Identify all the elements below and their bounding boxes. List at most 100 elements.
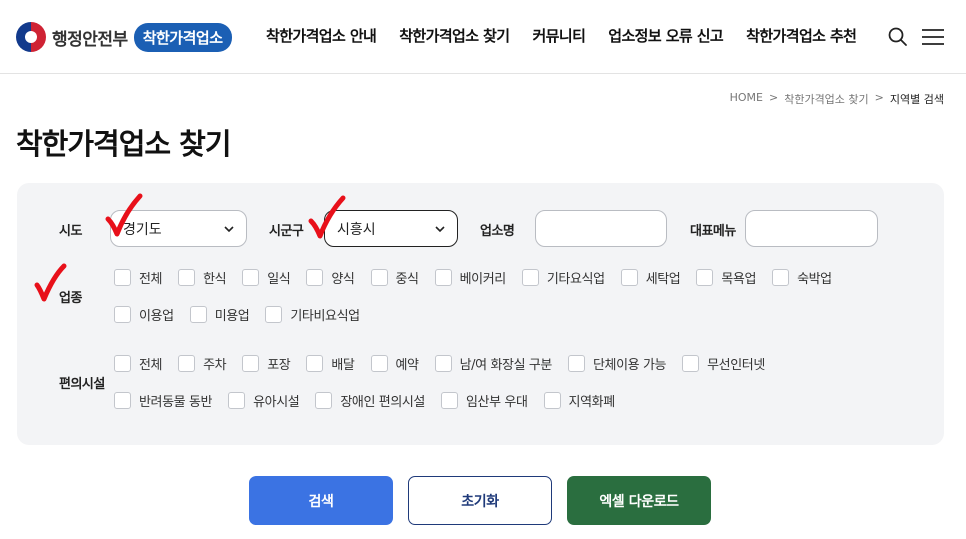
category-checkbox-chinese[interactable]: 중식 xyxy=(370,268,420,287)
category-checkbox-beauty[interactable]: 미용업 xyxy=(189,305,250,324)
checkbox-label: 남/여 화장실 구분 xyxy=(459,358,553,373)
government-emblem-icon xyxy=(16,22,46,52)
checkbox[interactable] xyxy=(696,269,714,286)
main-menu-label: 대표메뉴 xyxy=(690,224,736,239)
checkbox[interactable] xyxy=(242,355,260,372)
sido-label: 시도 xyxy=(59,224,82,239)
facility-checkbox-pets[interactable]: 반려동물 동반 xyxy=(114,391,212,410)
checkbox-label: 양식 xyxy=(331,272,355,287)
nav-item-community[interactable]: 커뮤니티 xyxy=(532,25,585,46)
checkbox[interactable] xyxy=(521,269,539,286)
checkbox[interactable] xyxy=(178,269,196,286)
facility-checkbox-kids[interactable]: 유아시설 xyxy=(228,391,300,410)
category-checkbox-row-1: 전체 한식 일식 양식 중식 베이커리 기타요식업 세탁업 목욕업 숙박업 xyxy=(114,268,848,287)
category-checkbox-japanese[interactable]: 일식 xyxy=(242,268,291,287)
checkbox-label: 반려동물 동반 xyxy=(139,395,213,410)
checkbox-label: 포장 xyxy=(267,358,291,373)
checkbox[interactable] xyxy=(543,392,561,409)
ministry-name: 행정안전부 xyxy=(52,29,128,50)
category-checkbox-barber[interactable]: 이용업 xyxy=(114,305,174,324)
category-checkbox-other-food[interactable]: 기타요식업 xyxy=(521,268,605,287)
checkbox-label: 중식 xyxy=(395,272,420,287)
category-label: 업종 xyxy=(59,291,82,306)
sido-select[interactable]: 경기도 xyxy=(110,210,247,247)
checkbox-label: 전체 xyxy=(139,272,163,287)
breadcrumb-parent[interactable]: 착한가격업소 찾기 xyxy=(784,91,868,107)
nav-item-recommend[interactable]: 착한가격업소 추천 xyxy=(746,25,857,46)
nav-item-error-report[interactable]: 업소정보 오류 신고 xyxy=(608,25,723,46)
nav-item-guide[interactable]: 착한가격업소 안내 xyxy=(266,25,377,46)
search-icon[interactable] xyxy=(887,26,909,48)
sigungu-select[interactable]: 시흥시 xyxy=(324,210,458,247)
checkbox[interactable] xyxy=(242,269,260,286)
breadcrumb-home[interactable]: HOME xyxy=(730,91,763,107)
checkbox[interactable] xyxy=(114,306,131,323)
checkbox[interactable] xyxy=(370,355,388,372)
facility-checkbox-separate-restroom[interactable]: 남/여 화장실 구분 xyxy=(434,354,553,373)
checkbox[interactable] xyxy=(114,269,131,286)
checkbox[interactable] xyxy=(441,392,458,409)
reset-button[interactable]: 초기화 xyxy=(408,476,552,525)
facility-checkbox-accessibility[interactable]: 장애인 편의시설 xyxy=(315,391,425,410)
checkbox-label: 예약 xyxy=(395,358,420,373)
category-checkbox-other-nonfood[interactable]: 기타비요식업 xyxy=(265,305,360,324)
checkbox-label: 이용업 xyxy=(139,309,174,324)
category-checkbox-bakery[interactable]: 베이커리 xyxy=(434,268,507,287)
store-name-label: 업소명 xyxy=(480,224,515,239)
search-button[interactable]: 검색 xyxy=(249,476,393,525)
checkbox-label: 세탁업 xyxy=(645,272,681,287)
category-checkbox-western[interactable]: 양식 xyxy=(306,268,355,287)
facility-checkbox-delivery[interactable]: 배달 xyxy=(306,354,355,373)
facility-checkbox-pregnant[interactable]: 임산부 우대 xyxy=(441,391,528,410)
checkbox[interactable] xyxy=(772,269,790,286)
facility-checkbox-takeout[interactable]: 포장 xyxy=(242,354,291,373)
checkbox[interactable] xyxy=(114,392,131,409)
nav-item-find[interactable]: 착한가격업소 찾기 xyxy=(399,25,510,46)
checkbox[interactable] xyxy=(434,269,452,286)
facility-checkbox-all[interactable]: 전체 xyxy=(114,354,163,373)
checkbox[interactable] xyxy=(682,355,700,372)
facility-checkbox-reservation[interactable]: 예약 xyxy=(370,354,420,373)
checkbox-label: 주차 xyxy=(203,358,227,373)
category-checkbox-bath[interactable]: 목욕업 xyxy=(696,268,756,287)
checkbox[interactable] xyxy=(315,392,333,409)
checkbox[interactable] xyxy=(114,355,131,372)
checkbox[interactable] xyxy=(178,355,196,372)
checkbox-label: 미용업 xyxy=(214,309,250,324)
checkbox[interactable] xyxy=(306,355,324,372)
main-menu-input[interactable] xyxy=(745,210,878,247)
category-checkbox-laundry[interactable]: 세탁업 xyxy=(620,268,681,287)
checkbox[interactable] xyxy=(306,269,324,286)
site-header: 행정안전부 착한가격업소 착한가격업소 안내 착한가격업소 찾기 커뮤니티 업소… xyxy=(0,0,966,74)
checkbox-label: 베이커리 xyxy=(459,272,507,287)
facility-checkbox-group[interactable]: 단체이용 가능 xyxy=(568,354,666,373)
facility-checkbox-local-currency[interactable]: 지역화폐 xyxy=(543,391,615,410)
checkbox[interactable] xyxy=(265,306,283,323)
category-checkbox-all[interactable]: 전체 xyxy=(114,268,163,287)
hamburger-menu-icon[interactable] xyxy=(921,26,945,48)
checkbox[interactable] xyxy=(434,355,452,372)
store-name-input[interactable] xyxy=(535,210,667,247)
facility-checkbox-wifi[interactable]: 무선인터넷 xyxy=(682,354,765,373)
facility-checkbox-parking[interactable]: 주차 xyxy=(178,354,227,373)
checkbox-label: 유아시설 xyxy=(253,395,300,410)
site-logo[interactable]: 행정안전부 착한가격업소 xyxy=(16,20,232,54)
checkbox-label: 장애인 편의시설 xyxy=(340,395,425,410)
category-checkbox-lodging[interactable]: 숙박업 xyxy=(772,268,832,287)
excel-download-button[interactable]: 엑셀 다운로드 xyxy=(567,476,711,525)
breadcrumb-separator: > xyxy=(768,91,779,104)
category-checkbox-korean[interactable]: 한식 xyxy=(178,268,227,287)
sigungu-label: 시군구 xyxy=(269,224,304,239)
checkbox-label: 숙박업 xyxy=(797,272,832,287)
checkbox[interactable] xyxy=(228,392,246,409)
brand-badge: 착한가격업소 xyxy=(133,22,232,52)
breadcrumb: HOME > 착한가격업소 찾기 > 지역별 검색 xyxy=(730,91,944,107)
checkbox[interactable] xyxy=(568,355,585,372)
breadcrumb-current: 지역별 검색 xyxy=(889,93,944,106)
checkbox[interactable] xyxy=(620,269,638,286)
checkbox[interactable] xyxy=(370,269,388,286)
checkbox-label: 배달 xyxy=(331,358,355,373)
facility-checkbox-row-1: 전체 주차 포장 배달 예약 남/여 화장실 구분 단체이용 가능 무선인터넷 xyxy=(114,354,781,373)
checkbox[interactable] xyxy=(189,306,207,323)
checkbox-label: 일식 xyxy=(267,272,291,287)
